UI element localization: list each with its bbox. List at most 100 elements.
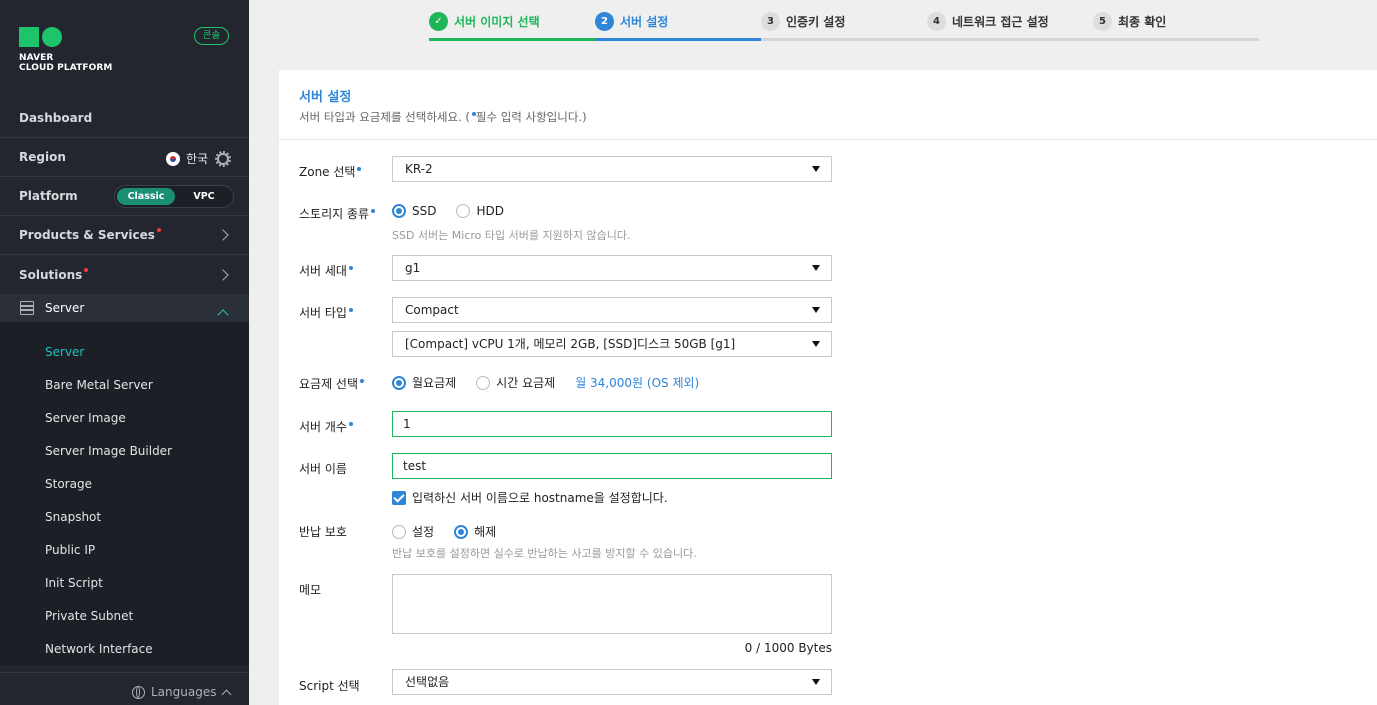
- step-label: 네트워크 접근 설정: [952, 15, 1049, 29]
- region-value: 한국: [186, 152, 209, 166]
- chevron-right-icon: [217, 229, 229, 241]
- new-dot-icon: [84, 267, 89, 272]
- plan-radios: 월요금제 시간 요금제 월 34,000원 (OS 제외): [392, 374, 699, 391]
- storage-type-radios: SSD HDD: [392, 204, 524, 218]
- plan-monthly-radio[interactable]: [392, 375, 406, 390]
- server-submenu: Server Bare Metal Server Server Image Se…: [0, 322, 249, 665]
- zone-label: Zone 선택: [299, 163, 362, 180]
- script-select[interactable]: 선택없음: [392, 669, 832, 695]
- required-dot-icon: [471, 112, 476, 116]
- languages-button[interactable]: Languages: [132, 685, 232, 699]
- required-dot-icon: [357, 167, 362, 171]
- required-dot-icon: [348, 308, 353, 312]
- region-selector[interactable]: 한국: [166, 150, 232, 167]
- platform-toggle[interactable]: Classic VPC: [114, 185, 234, 208]
- hostname-checkbox[interactable]: [392, 490, 406, 505]
- step-progress-line: [429, 38, 595, 41]
- page-description: 서버 타입과 요금제를 선택하세요. (필수 입력 사항입니다.): [299, 110, 587, 124]
- submenu-storage[interactable]: Storage: [45, 477, 92, 491]
- protection-hint: 반납 보호를 설정하면 실수로 반납하는 사고를 방지할 수 있습니다.: [392, 547, 697, 560]
- step-server-image[interactable]: ✓ 서버 이미지 선택: [429, 12, 540, 31]
- dropdown-caret-icon: [812, 265, 820, 271]
- logo-mark-icon: [19, 27, 64, 47]
- server-header-label: Server: [45, 301, 85, 315]
- check-icon: ✓: [429, 12, 448, 31]
- server-name-input[interactable]: test: [392, 453, 832, 479]
- step-number: 4: [927, 12, 946, 31]
- storage-hdd-label: HDD: [476, 204, 504, 218]
- server-count-label: 서버 개수: [299, 418, 353, 435]
- submenu-init-script[interactable]: Init Script: [45, 576, 103, 590]
- solutions-label: Solutions: [19, 267, 83, 282]
- plan-hourly-radio[interactable]: [476, 375, 491, 390]
- server-gen-select[interactable]: g1: [392, 255, 832, 281]
- memo-textarea[interactable]: [392, 574, 832, 634]
- storage-hdd-radio[interactable]: [456, 204, 471, 218]
- server-gen-value: g1: [405, 261, 421, 275]
- submenu-private-subnet[interactable]: Private Subnet: [45, 609, 133, 623]
- zone-value: KR-2: [405, 162, 433, 176]
- nav-dashboard[interactable]: Dashboard: [0, 99, 249, 138]
- gear-icon[interactable]: [215, 150, 232, 167]
- submenu-bare-metal-server[interactable]: Bare Metal Server: [45, 378, 153, 392]
- plan-monthly-label: 월요금제: [412, 376, 457, 390]
- nav-products-services[interactable]: Products & Services: [0, 216, 249, 255]
- script-value: 선택없음: [405, 675, 450, 689]
- memo-byte-counter: 0 / 1000 Bytes: [744, 641, 832, 655]
- step-label: 최종 확인: [1118, 15, 1167, 29]
- chevron-right-icon: [217, 268, 229, 281]
- submenu-server-image[interactable]: Server Image: [45, 411, 126, 425]
- dropdown-caret-icon: [812, 679, 820, 685]
- required-dot-icon: [348, 422, 353, 426]
- submenu-server[interactable]: Server: [45, 345, 84, 359]
- required-dot-icon: [360, 379, 365, 383]
- korea-flag-icon: [166, 151, 180, 166]
- protection-on-radio[interactable]: [392, 524, 406, 539]
- step-network-access[interactable]: 4 네트워크 접근 설정: [927, 12, 1049, 31]
- return-protection-label: 반납 보호: [299, 525, 347, 539]
- page-title: 서버 설정: [299, 90, 352, 105]
- submenu-snapshot[interactable]: Snapshot: [45, 510, 101, 524]
- server-spec-select[interactable]: [Compact] vCPU 1개, 메모리 2GB, [SSD]디스크 50G…: [392, 331, 832, 357]
- hostname-checkbox-row[interactable]: 입력하신 서버 이름으로 hostname을 설정합니다.: [392, 489, 668, 506]
- protection-off-radio[interactable]: [454, 524, 469, 539]
- storage-ssd-radio[interactable]: [392, 204, 406, 218]
- protection-off-label: 해제: [474, 525, 497, 539]
- languages-label: Languages: [151, 685, 217, 699]
- step-number: 2: [595, 12, 614, 31]
- step-auth-key[interactable]: 3 인증키 설정: [761, 12, 845, 31]
- required-dot-icon: [348, 266, 353, 270]
- divider: [279, 139, 1377, 140]
- storage-ssd-label: SSD: [412, 204, 437, 218]
- step-label: 서버 이미지 선택: [454, 15, 540, 29]
- chevron-up-icon: [222, 689, 232, 699]
- server-type-select[interactable]: Compact: [392, 297, 832, 323]
- submenu-server-image-builder[interactable]: Server Image Builder: [45, 444, 172, 458]
- nav-server-header[interactable]: Server: [0, 294, 249, 322]
- nav-platform: Platform Classic VPC: [0, 177, 249, 216]
- wizard-stepper: ✓ 서버 이미지 선택 2 서버 설정 3 인증키 설정 4 네트워크 접근 설…: [429, 0, 1259, 42]
- server-count-input[interactable]: 1: [392, 411, 832, 437]
- memo-label: 메모: [299, 583, 322, 597]
- zone-select[interactable]: KR-2: [392, 156, 832, 182]
- platform-vpc-option[interactable]: VPC: [175, 188, 233, 205]
- server-type-value: Compact: [405, 303, 459, 317]
- submenu-public-ip[interactable]: Public IP: [45, 543, 95, 557]
- nav-dashboard-label: Dashboard: [19, 111, 93, 125]
- server-spec-value: [Compact] vCPU 1개, 메모리 2GB, [SSD]디스크 50G…: [405, 337, 736, 351]
- platform-label: Platform: [19, 189, 78, 203]
- nav-solutions[interactable]: Solutions: [0, 255, 249, 294]
- plan-hourly-label: 시간 요금제: [496, 376, 556, 390]
- step-label: 인증키 설정: [786, 15, 846, 29]
- step-final-check[interactable]: 5 최종 확인: [1093, 12, 1166, 31]
- naver-cloud-logo[interactable]: NAVER CLOUD PLATFORM: [19, 27, 112, 73]
- platform-classic-option[interactable]: Classic: [117, 188, 175, 205]
- submenu-network-interface[interactable]: Network Interface: [45, 642, 153, 656]
- globe-icon: [132, 685, 145, 699]
- storage-type-label: 스토리지 종류: [299, 205, 376, 222]
- step-server-settings[interactable]: 2 서버 설정: [595, 12, 668, 31]
- console-badge[interactable]: 콘솔: [194, 27, 229, 45]
- chevron-up-icon: [217, 309, 229, 321]
- storage-hint: SSD 서버는 Micro 타입 서버를 지원하지 않습니다.: [392, 229, 631, 242]
- plan-price: 월 34,000원 (OS 제외): [575, 376, 700, 390]
